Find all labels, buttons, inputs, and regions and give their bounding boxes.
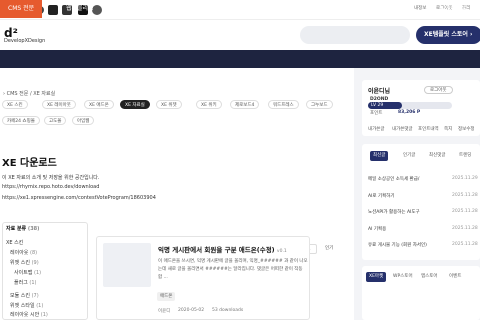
post-thumbnail[interactable] — [103, 243, 151, 287]
category-item[interactable]: 사이트맵 (1) — [14, 269, 41, 276]
category-item[interactable]: 플러그 (1) — [14, 279, 37, 286]
nav-item-backend[interactable]: 백엔드 · 모바일 — [186, 0, 225, 18]
my-info-link[interactable]: 내정보 — [414, 5, 426, 11]
contest-link[interactable]: https://xe1.xpressengine.com/contestVote… — [2, 195, 156, 201]
logout-button[interactable]: 로그아웃 — [424, 86, 453, 94]
tag-xe-addon[interactable]: XE 애드온 — [84, 100, 114, 109]
latest-post-date: 2025.11.28 — [452, 242, 478, 247]
tag-xe-layout[interactable]: XE 레이아웃 — [42, 100, 76, 109]
post-excerpt: 합 ... — [158, 275, 168, 280]
post-excerpt: 이 애드온을 쓰시면, 익명 게시판에 글을 올리며, 익명_###### 과 … — [158, 259, 308, 264]
tag-xe-wiki[interactable]: XE 위키 — [196, 100, 222, 109]
search-input[interactable] — [300, 26, 410, 44]
post-title[interactable]: 익명 게시판에서 회원을 구분 애드온(수정) v0.1 — [158, 244, 287, 254]
tab-wp-store[interactable]: WP스토어 — [390, 272, 416, 282]
category-item[interactable]: 위젯 스킨 (9) — [10, 259, 39, 266]
tab-popular[interactable]: 인기글 — [400, 151, 418, 161]
category-item[interactable]: 모듈 스킨 (7) — [10, 292, 39, 299]
latest-post-item[interactable]: 메일 소상공인 소득세 환급/ — [368, 176, 419, 182]
post-category-tag[interactable]: 애드온 — [157, 292, 176, 301]
post-downloads: 53 downloads — [212, 308, 244, 313]
messages-link[interactable]: 쪽지 — [444, 126, 452, 132]
tab-trending[interactable]: 트렌딩 — [456, 151, 474, 161]
level-text: LV 29 — [368, 102, 402, 109]
site-logo-subtitle: DevelopXDesign — [4, 38, 46, 44]
latest-post-item[interactable]: AI 기획용 — [368, 226, 386, 232]
nav-item-design[interactable]: 디자인 · 기획 — [250, 0, 283, 18]
edit-profile-link[interactable]: 정보수정 — [458, 126, 475, 132]
category-item[interactable]: 레이아웃 시안 (1) — [10, 311, 48, 318]
nav-item-community[interactable]: 커뮤니티 — [318, 0, 340, 18]
post-date: 2020-05-02 — [178, 308, 205, 313]
site-logo[interactable]: d² — [4, 27, 18, 39]
tab-latest[interactable]: 최신글 — [370, 151, 389, 161]
nav-item-cms[interactable]: CMS 전문 — [0, 0, 43, 18]
tab-events[interactable]: 이벤트 — [446, 272, 464, 282]
category-item[interactable]: XE 스킨 — [6, 239, 23, 246]
points-history-link[interactable]: 포인트내역 — [418, 126, 439, 132]
latest-post-date: 2025.11.28 — [452, 209, 478, 214]
category-item[interactable]: 위젯 스타일 (1) — [10, 302, 43, 309]
d2-icon[interactable] — [48, 5, 58, 15]
nav-item-publishing[interactable]: 웹퍼블리싱 — [66, 0, 94, 18]
latest-post-item[interactable]: AI로 기획하기 — [368, 193, 395, 199]
download-link[interactable]: https://rhymix.repo.hoto.dev/download — [2, 184, 99, 190]
my-posts-link[interactable]: 내가쓴글 — [368, 126, 385, 132]
tag-imweb[interactable]: 아임웹 — [72, 116, 95, 125]
breadcrumb[interactable]: › CMS 전문 / XE 자료실 — [3, 90, 55, 97]
tag-cafe24[interactable]: 카페24 쇼핑몰 — [2, 116, 40, 125]
tag-xe-skin[interactable]: XE 스킨 — [2, 100, 28, 109]
tag-zeroboard[interactable]: 제로보드4 — [230, 100, 260, 109]
tag-gnuboard[interactable]: 그누보드 — [306, 100, 333, 109]
my-comments-link[interactable]: 내가쓴댓글 — [392, 126, 413, 132]
tab-latest-comments[interactable]: 최신댓글 — [426, 151, 449, 161]
nav-item-frontend[interactable]: 프론트엔드 — [128, 0, 156, 18]
tag-xe-library[interactable]: XE 자료실 — [120, 100, 150, 109]
page-title: XE 다운로드 — [2, 158, 57, 169]
template-store-button[interactable]: XE템플릿 스토어 › — [416, 26, 480, 44]
profile-name: 이윤디님 — [368, 88, 391, 95]
category-title: 자료 분류 (38) — [6, 226, 40, 232]
post-excerpt: 는데 새로 글을 올리면서 ######는 달라집니다. 댓글은 어떠한 같이 … — [158, 267, 303, 272]
tab-xe-market[interactable]: XE마켓 — [366, 272, 387, 282]
popular-sort-button[interactable]: 인기 — [320, 244, 338, 254]
points-label: 포인트 — [370, 111, 383, 116]
latest-post-date: 2025.11.29 — [452, 176, 478, 181]
tag-godomall[interactable]: 고도몰 — [44, 116, 67, 125]
page-description: 이 XE 자료의 소개 및 저장을 위한 공간입니다. — [2, 175, 100, 181]
main-nav — [0, 50, 480, 68]
points-value: 83,206 P — [398, 110, 421, 115]
post-author[interactable]: 이윤디 — [158, 308, 170, 314]
tab-app-store[interactable]: 앱스토어 — [418, 272, 441, 282]
nav-item-devtools[interactable]: 개발도구 — [380, 0, 402, 18]
nav-item-design-source[interactable]: 디자인소스 — [440, 0, 468, 18]
latest-post-item[interactable]: 노션API가 활용하는 AI도구 — [368, 209, 420, 215]
tag-xe-widget[interactable]: XE 위젯 — [156, 100, 182, 109]
latest-post-date: 2025.11.28 — [452, 226, 478, 231]
latest-post-item[interactable]: 유료 게시물 기능 (회원 자서인) — [368, 242, 427, 248]
category-item[interactable]: 레이아웃 (8) — [10, 249, 37, 256]
latest-post-date: 2025.11.28 — [452, 193, 478, 198]
tag-wordpress[interactable]: 워드프레스 — [268, 100, 299, 109]
